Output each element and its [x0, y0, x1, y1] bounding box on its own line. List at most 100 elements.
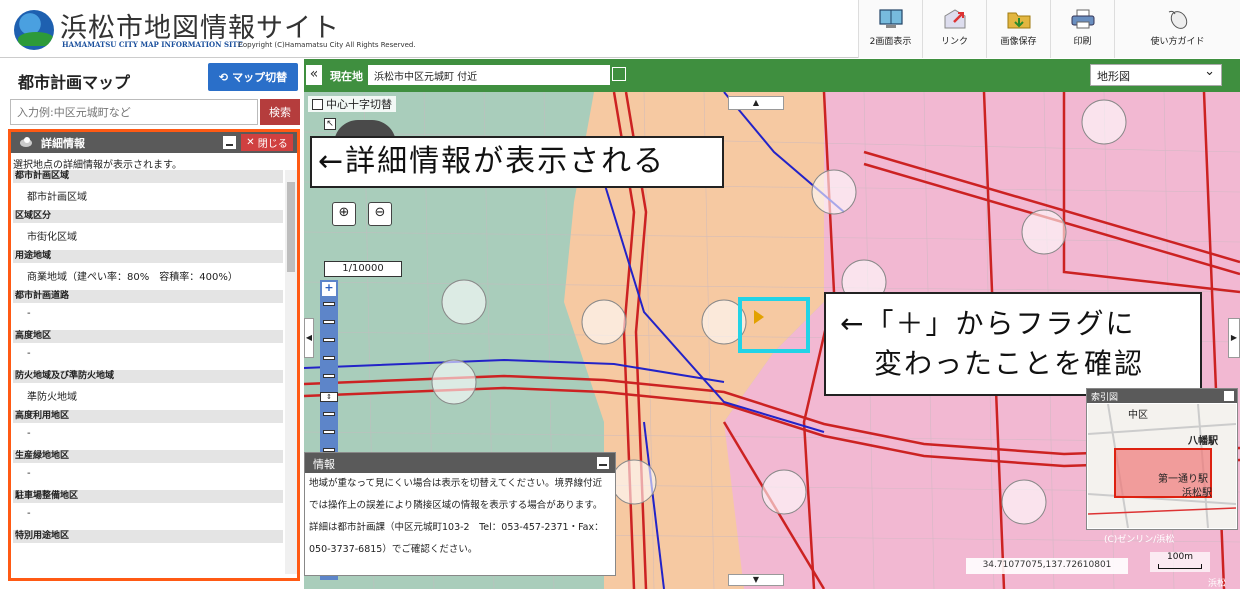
scroll-thumb[interactable] — [287, 182, 295, 272]
coordinate-readout: 34.71077075,137.72610801 — [966, 558, 1128, 574]
map-toolbar: « 現在地 浜松市中区元城町 付近 地形図 — [304, 59, 1240, 92]
overview-label: 八幡駅 — [1188, 436, 1218, 447]
link-button[interactable]: リンク — [922, 0, 986, 58]
search-button[interactable]: 検索 — [260, 99, 300, 125]
zoom-tick[interactable] — [323, 412, 335, 416]
overview-label: 中区 — [1128, 410, 1148, 421]
close-label: 閉じる — [257, 139, 288, 150]
location-label: 現在地 — [330, 70, 363, 83]
usage-guide-button[interactable]: 使い方ガイド — [1114, 0, 1240, 58]
tool-label: 2画面表示 — [869, 37, 912, 47]
pan-right-button[interactable]: ▶ — [1228, 318, 1240, 358]
zoom-in-icon: ⊕ — [338, 205, 350, 220]
crosshair-icon[interactable] — [612, 67, 626, 81]
map-credit: (C)ゼンリン/浜松 — [1104, 535, 1175, 545]
zoom-tick[interactable] — [323, 430, 335, 434]
map-canvas[interactable]: 中心十字切替 ↖ ⊕ ⊖ 1/10000 + ⇕ ▲ ▼ ◀ ▶ ←詳細情報が表… — [304, 92, 1240, 589]
detail-value: 準防火地域 — [27, 392, 77, 403]
detail-description: 選択地点の詳細情報が表示されます。 — [13, 160, 182, 171]
detail-value: 市街化区域 — [27, 232, 77, 243]
tool-label: 画像保存 — [1000, 37, 1037, 47]
scale-display[interactable]: 1/10000 — [324, 261, 402, 277]
panel-title: 都市計画マップ — [18, 73, 131, 92]
scale-bar-line — [1158, 564, 1202, 569]
overview-map-panel: 索引図 中区 八幡駅 第一通り駅 浜松駅 — [1086, 388, 1238, 530]
flag-icon[interactable] — [754, 310, 764, 324]
detail-value: - — [27, 468, 31, 479]
flag-highlight-box — [738, 297, 810, 353]
detail-value: - — [27, 348, 31, 359]
detail-label: 生産緑地地区 — [13, 450, 283, 463]
close-icon: ✕ — [246, 137, 255, 148]
left-panel: 都市計画マップ ⟲ マップ切替 検索 詳細情報 ✕ 閉じる 選択地点の詳細情報が… — [0, 59, 304, 589]
overview-title: 索引図 — [1091, 393, 1119, 403]
zoom-tick[interactable] — [323, 320, 335, 324]
zoom-out-icon: ⊖ — [374, 205, 386, 220]
corner-label: 浜松 — [1208, 579, 1227, 589]
checkbox[interactable] — [312, 99, 323, 110]
site-header: 浜松市地図情報サイト HAMAMATSU CITY MAP INFORMATIO… — [0, 0, 1240, 58]
info-header: 情報 — [305, 453, 615, 473]
reset-north-button[interactable]: ↖ — [324, 118, 336, 130]
callout-line-1: ←「＋」からフラグに — [840, 307, 1136, 340]
print-button[interactable]: 印刷 — [1050, 0, 1114, 58]
detail-label: 都市計画区域 — [13, 170, 283, 183]
overview-label: 浜松駅 — [1182, 488, 1212, 499]
pan-up-button[interactable]: ▲ — [728, 96, 784, 110]
info-panel: 情報 地域が重なって見にくい場合は表示を切替えてください。境界線付近では操作上の… — [304, 452, 616, 576]
folder-save-icon — [1007, 12, 1030, 29]
zoom-in-button[interactable]: ⊕ — [332, 202, 356, 226]
zoom-tick[interactable] — [323, 374, 335, 378]
detail-label: 高度地区 — [13, 330, 283, 343]
detail-label: 都市計画道路 — [13, 290, 283, 303]
link-icon — [944, 9, 965, 29]
zoom-tick[interactable] — [323, 338, 335, 342]
scale-bar: 100m — [1150, 552, 1210, 572]
close-button[interactable]: ✕ 閉じる — [241, 134, 293, 151]
save-image-button[interactable]: 画像保存 — [986, 0, 1050, 58]
collapse-panel-button[interactable]: « — [306, 65, 322, 85]
site-logo[interactable] — [14, 10, 54, 50]
site-subtitle: HAMAMATSU CITY MAP INFORMATION SITE — [62, 40, 243, 49]
printer-icon — [1071, 9, 1094, 29]
search-input[interactable] — [10, 99, 258, 125]
detail-label: 用途地域 — [13, 250, 283, 263]
detail-label: 特別用途地区 — [13, 530, 283, 543]
tool-label: 使い方ガイド — [1150, 37, 1205, 47]
map-switch-button[interactable]: ⟲ マップ切替 — [208, 63, 298, 91]
mouse-icon — [1168, 10, 1187, 29]
detail-list: 都市計画区域 都市計画区域 区域区分 市街化区域 用途地域 商業地域（建ぺい率：… — [13, 170, 283, 578]
callout-line-2: 変わったことを確認 — [874, 347, 1145, 380]
info-text: 地域が重なって見にくい場合は表示を切替えてください。境界線付近では操作上の誤差に… — [309, 478, 604, 555]
annotation-callout-detail: ←詳細情報が表示される — [310, 136, 724, 188]
location-field: 浜松市中区元城町 付近 — [368, 65, 610, 85]
overview-map[interactable]: 中区 八幡駅 第一通り駅 浜松駅 — [1088, 404, 1236, 528]
detail-value: 商業地域（建ぺい率：80% 容積率：400%） — [27, 272, 238, 283]
copyright-text: Copyright (C)Hamamatsu City All Rights R… — [238, 41, 416, 49]
zoom-plus-icon[interactable]: + — [322, 282, 336, 296]
map-switch-label: マップ切替 — [232, 71, 288, 84]
info-title: 情報 — [313, 458, 335, 471]
dual-screen-icon — [878, 9, 903, 28]
annotation-callout-flag: ←「＋」からフラグに 変わったことを確認 — [824, 292, 1202, 396]
pan-left-button[interactable]: ◀ — [304, 318, 314, 358]
detail-value: - — [27, 308, 31, 319]
map-pin-icon — [20, 137, 32, 147]
crosshair-toggle-label: 中心十字切替 — [326, 98, 392, 111]
minimize-button[interactable] — [1224, 391, 1234, 401]
detail-label: 高度利用地区 — [13, 410, 283, 423]
minimize-button[interactable] — [223, 136, 236, 149]
crosshair-toggle[interactable]: 中心十字切替 — [308, 96, 396, 112]
minimize-button[interactable] — [597, 457, 609, 469]
detail-scrollbar[interactable] — [285, 170, 297, 574]
detail-title: 詳細情報 — [41, 137, 85, 150]
detail-label: 防火地域及び準防火地域 — [13, 370, 283, 383]
tool-label: リンク — [940, 37, 968, 47]
zoom-handle[interactable]: ⇕ — [320, 392, 338, 402]
pan-down-button[interactable]: ▼ — [728, 574, 784, 586]
map-type-select[interactable]: 地形図 — [1090, 64, 1222, 86]
zoom-tick[interactable] — [323, 356, 335, 360]
zoom-tick[interactable] — [323, 302, 335, 306]
zoom-out-button[interactable]: ⊖ — [368, 202, 392, 226]
dual-screen-button[interactable]: 2画面表示 — [858, 0, 922, 58]
